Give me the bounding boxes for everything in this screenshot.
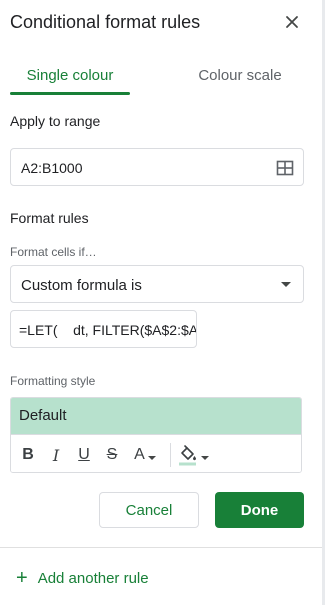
formatting-style-box: Default B I U S A [10, 397, 302, 473]
format-cells-if-label: Format cells if… [10, 245, 97, 259]
dropdown-arrow-icon [281, 282, 291, 287]
grid-icon [276, 160, 294, 176]
apply-range-label: Apply to range [10, 113, 101, 129]
text-colour-button[interactable]: A [129, 443, 161, 467]
chevron-down-icon [147, 456, 156, 460]
rule-type-tabs: Single colour Colour scale [0, 56, 322, 96]
toolbar-divider [170, 443, 171, 467]
condition-value: Custom formula is [21, 277, 142, 294]
range-input[interactable]: A2:B1000 [10, 148, 304, 186]
active-tab-indicator [10, 92, 130, 95]
close-icon [286, 16, 298, 28]
range-value[interactable]: A2:B1000 [21, 160, 83, 176]
style-toolbar: B I U S A [11, 434, 301, 472]
panel-title: Conditional format rules [10, 12, 201, 32]
cancel-button[interactable]: Cancel [99, 492, 199, 528]
tab-single-colour[interactable]: Single colour [10, 56, 130, 96]
add-another-rule-button[interactable]: + Add another rule [16, 566, 149, 590]
style-preview-text: Default [19, 407, 67, 424]
select-range-button[interactable] [275, 158, 295, 178]
add-rule-label: Add another rule [37, 569, 149, 587]
underline-button[interactable]: U [73, 443, 95, 467]
strikethrough-button[interactable]: S [101, 443, 123, 467]
close-button[interactable] [280, 10, 304, 34]
conditional-format-panel: Conditional format rules Single colour C… [0, 0, 325, 605]
formula-value[interactable]: =LET( dt, FILTER($A$2:$A [19, 322, 196, 338]
custom-formula-input[interactable]: =LET( dt, FILTER($A$2:$A [10, 310, 197, 348]
plus-icon: + [16, 567, 28, 589]
formatting-style-label: Formatting style [10, 374, 96, 388]
chevron-down-icon [200, 456, 209, 460]
italic-button[interactable]: I [45, 443, 67, 467]
fill-colour-button[interactable] [177, 443, 209, 467]
panel-header: Conditional format rules [10, 10, 310, 36]
format-rules-label: Format rules [10, 210, 89, 226]
style-preview[interactable]: Default [11, 398, 301, 434]
text-colour-icon: A [134, 446, 145, 463]
tab-colour-scale[interactable]: Colour scale [170, 56, 310, 96]
footer-divider [0, 547, 322, 548]
condition-select[interactable]: Custom formula is [10, 265, 304, 303]
bold-button[interactable]: B [17, 443, 39, 467]
done-button[interactable]: Done [215, 492, 304, 528]
paint-bucket-icon [178, 445, 196, 466]
